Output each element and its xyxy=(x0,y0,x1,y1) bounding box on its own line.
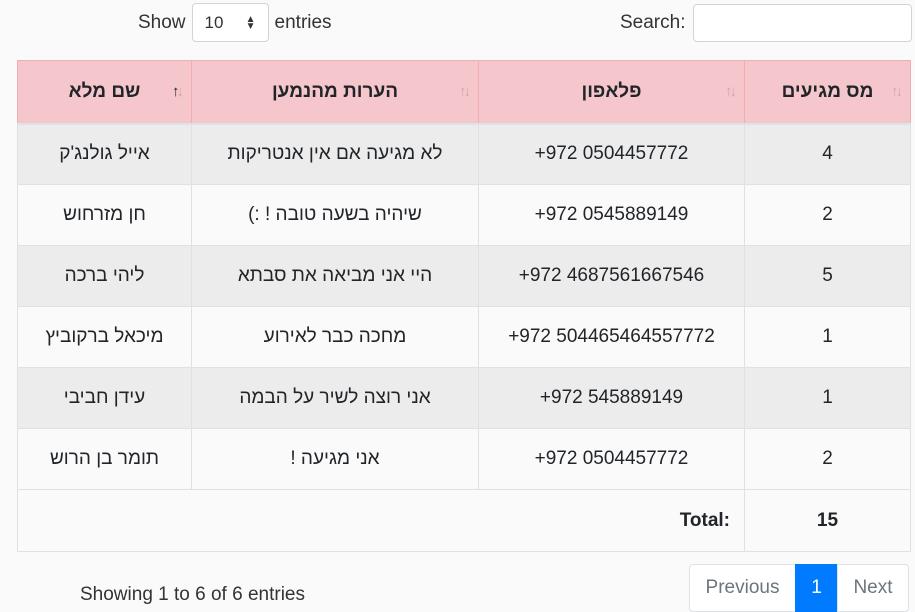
search-control: Search: xyxy=(620,4,913,42)
column-header-notes[interactable]: הערות מהנמען ↑↓ xyxy=(191,60,479,125)
search-input[interactable] xyxy=(693,4,913,42)
column-header-name[interactable]: שם מלא ↑↓ xyxy=(17,60,192,125)
cell-phone: +972 0504457772 xyxy=(478,123,745,185)
cell-notes: אני רוצה לשיר על הבמה xyxy=(191,367,479,429)
cell-name: תומר בן הרוש xyxy=(17,428,192,490)
search-label: Search: xyxy=(620,12,686,33)
table-header-row: שם מלא ↑↓ הערות מהנמען ↑↓ פלאפון ↑↓ מס מ… xyxy=(17,60,911,125)
cell-notes: היי אני מביאה את סבתא xyxy=(191,245,479,307)
show-label: Show xyxy=(138,11,186,33)
cell-count: 1 xyxy=(744,306,911,368)
column-label: שם מלא xyxy=(68,80,141,102)
table-footer-row: Total: 15 xyxy=(17,489,911,552)
cell-notes: לא מגיעה אם אין אנטריקות xyxy=(191,123,479,185)
previous-page-button[interactable]: Previous xyxy=(689,564,796,612)
cell-phone: +972 545889149 xyxy=(478,367,745,429)
table-row: חן מזרחוש שיהיה בשעה טובה ! :) +972 0545… xyxy=(17,184,911,246)
table-row: עידן חביבי אני רוצה לשיר על הבמה +972 54… xyxy=(17,367,911,429)
page-1-button[interactable]: 1 xyxy=(795,564,838,612)
table-row: אייל גולנג'ק לא מגיעה אם אין אנטריקות +9… xyxy=(17,123,911,185)
cell-name: עידן חביבי xyxy=(17,367,192,429)
sort-icon: ↑↓ xyxy=(459,83,471,100)
cell-name: מיכאל ברקוביץ xyxy=(17,306,192,368)
cell-phone: +972 0545889149 xyxy=(478,184,745,246)
entries-select-value: 10 xyxy=(204,12,224,32)
select-arrows-icon: ▲ ▼ xyxy=(245,13,256,32)
cell-notes: אני מגיעה ! xyxy=(191,428,479,490)
sort-icon: ↑↓ xyxy=(891,83,903,100)
column-label: הערות מהנמען xyxy=(271,80,399,102)
entries-select[interactable]: 10 ▲ ▼ xyxy=(191,3,269,42)
column-label: מס מגיעים xyxy=(781,80,874,102)
cell-phone: +972 4687561667546 xyxy=(478,245,745,307)
cell-count: 5 xyxy=(744,245,911,307)
cell-notes: שיהיה בשעה טובה ! :) xyxy=(191,184,479,246)
table-controls: Show 10 ▲ ▼ entries Search: xyxy=(0,0,915,50)
column-header-count[interactable]: מס מגיעים ↑↓ xyxy=(744,60,911,125)
table-row: ליהי ברכה היי אני מביאה את סבתא +972 468… xyxy=(17,245,911,307)
next-page-button[interactable]: Next xyxy=(837,564,909,612)
table-row: מיכאל ברקוביץ מחכה כבר לאירוע +972 50446… xyxy=(17,306,911,368)
cell-count: 4 xyxy=(744,123,911,185)
cell-name: ליהי ברכה xyxy=(17,245,192,307)
guests-table: שם מלא ↑↓ הערות מהנמען ↑↓ פלאפון ↑↓ מס מ… xyxy=(17,60,911,552)
entries-label: entries xyxy=(274,11,332,33)
cell-count: 1 xyxy=(744,367,911,429)
table-info: Showing 1 to 6 of 6 entries xyxy=(80,584,305,605)
cell-count: 2 xyxy=(744,428,911,490)
total-value: 15 xyxy=(744,489,911,552)
cell-phone: +972 0504457772 xyxy=(478,428,745,490)
column-header-phone[interactable]: פלאפון ↑↓ xyxy=(478,60,745,125)
sort-icon: ↑↓ xyxy=(725,83,737,100)
cell-notes: מחכה כבר לאירוע xyxy=(191,306,479,368)
cell-name: חן מזרחוש xyxy=(17,184,192,246)
sort-asc-icon: ↑↓ xyxy=(172,83,184,100)
table-row: תומר בן הרוש אני מגיעה ! +972 0504457772… xyxy=(17,428,911,490)
cell-name: אייל גולנג'ק xyxy=(17,123,192,185)
total-label: Total: xyxy=(17,489,745,552)
entries-length-control: Show 10 ▲ ▼ entries xyxy=(138,3,332,42)
column-label: פלאפון xyxy=(581,80,642,102)
pagination: Previous 1 Next xyxy=(689,564,909,612)
cell-phone: +972 504465464557772 xyxy=(478,306,745,368)
cell-count: 2 xyxy=(744,184,911,246)
